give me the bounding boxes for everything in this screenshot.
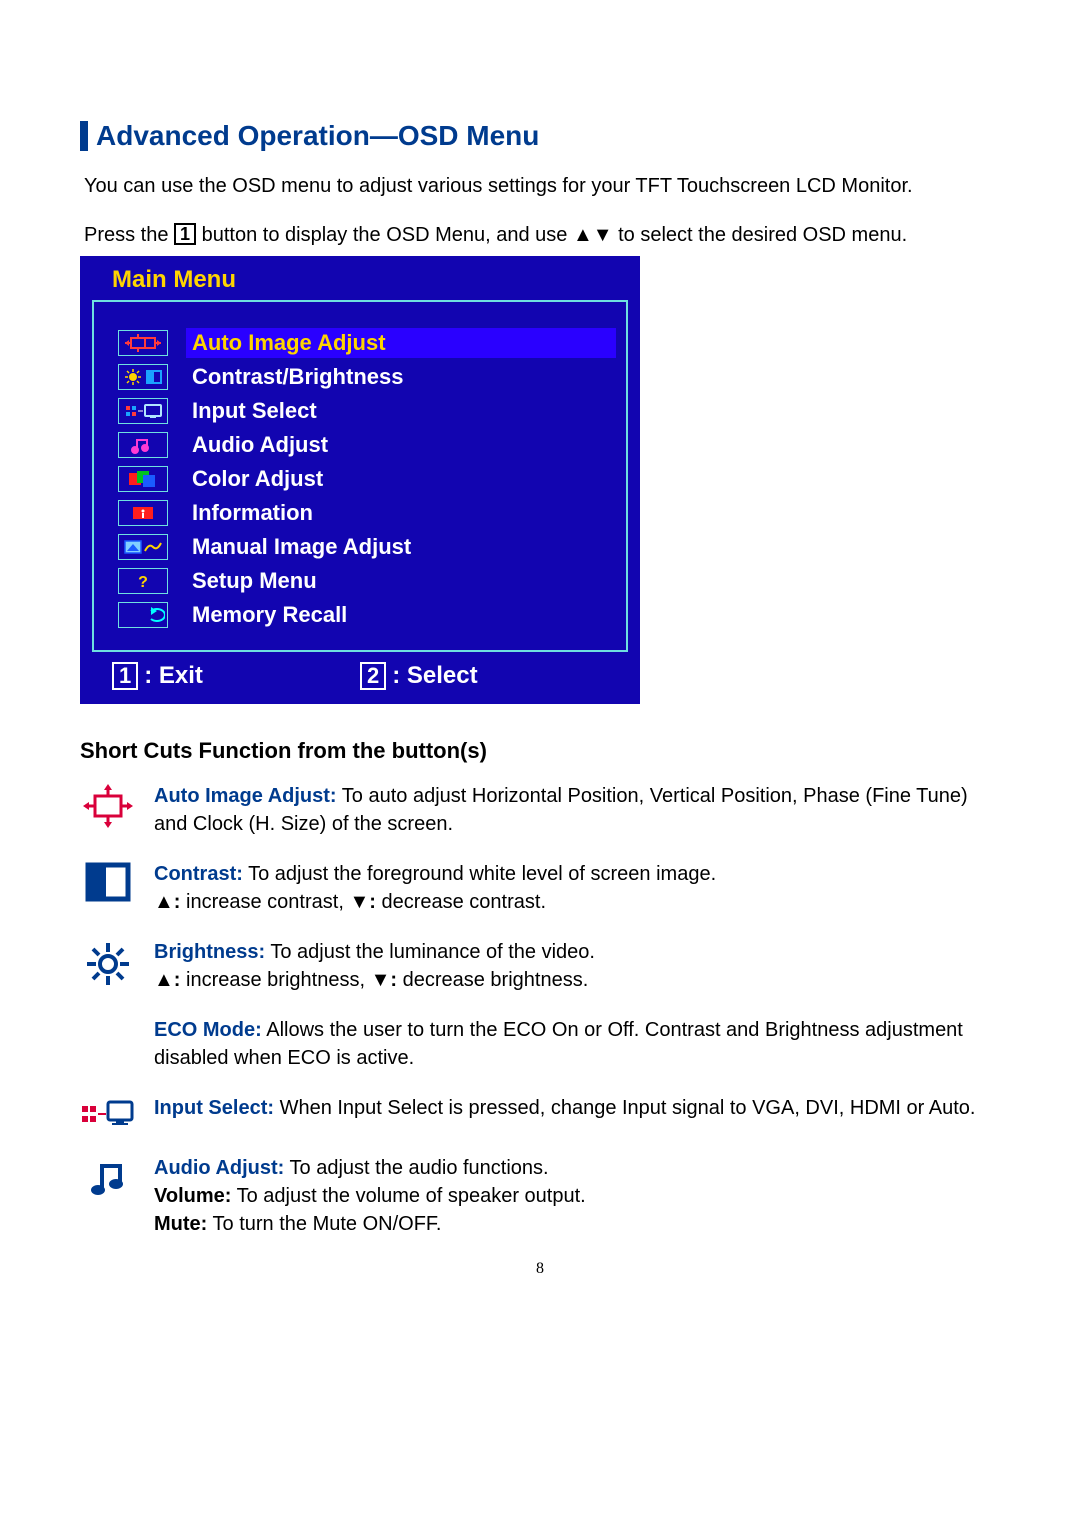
osd-item-label: Manual Image Adjust <box>186 532 616 562</box>
osd-panel: Main Menu Auto Image Adjust Contrast/Bri… <box>80 256 640 704</box>
shortcut-text: To adjust the foreground white level of … <box>243 863 716 885</box>
osd-item-audio-adjust[interactable]: Audio Adjust <box>118 428 616 462</box>
auto-image-adjust-icon <box>80 782 136 838</box>
osd-key-2: 2 <box>360 662 386 690</box>
down-arrow-text: decrease contrast. <box>376 891 546 913</box>
osd-item-memory-recall[interactable]: Memory Recall <box>118 598 616 632</box>
down-arrow-label: ▼: <box>349 891 375 913</box>
osd-item-manual-image-adjust[interactable]: Manual Image Adjust <box>118 530 616 564</box>
shortcut-audio-adjust: Audio Adjust: To adjust the audio functi… <box>80 1154 1000 1238</box>
shortcut-body: Auto Image Adjust: To auto adjust Horizo… <box>136 782 1000 838</box>
up-arrow-text: increase contrast, <box>180 891 349 913</box>
osd-item-setup-menu[interactable]: ? Setup Menu <box>118 564 616 598</box>
osd-item-label: Audio Adjust <box>186 430 616 460</box>
shortcut-title: Input Select: <box>154 1097 274 1119</box>
intro-paragraph-2: Press the 1 button to display the OSD Me… <box>84 221 1000 250</box>
document-page: Advanced Operation—OSD Menu You can use … <box>0 0 1080 1338</box>
manual-image-adjust-icon <box>118 534 168 560</box>
shortcut-body: Input Select: When Input Select is press… <box>136 1094 1000 1132</box>
osd-item-contrast-brightness[interactable]: Contrast/Brightness <box>118 360 616 394</box>
shortcut-auto-image-adjust: Auto Image Adjust: To auto adjust Horizo… <box>80 782 1000 838</box>
shortcut-title: Contrast: <box>154 863 243 885</box>
osd-item-label: Input Select <box>186 396 616 426</box>
shortcut-text: Allows the user to turn the ECO On or Of… <box>154 1019 963 1069</box>
osd-exit-label: : Exit <box>144 662 203 690</box>
shortcut-title: Brightness: <box>154 941 265 963</box>
shortcut-body: Brightness: To adjust the luminance of t… <box>136 938 1000 994</box>
no-icon <box>80 1016 136 1072</box>
shortcut-text: To adjust the luminance of the video. <box>265 941 595 963</box>
shortcut-text: When Input Select is pressed, change Inp… <box>274 1097 975 1119</box>
mute-label: Mute: <box>154 1213 207 1235</box>
input-select-icon <box>118 398 168 424</box>
osd-item-label: Color Adjust <box>186 464 616 494</box>
up-arrow-label: ▲: <box>154 969 180 991</box>
osd-footer-select: 2 : Select <box>360 662 608 690</box>
heading-text: Advanced Operation—OSD Menu <box>96 120 539 152</box>
shortcut-title: ECO Mode: <box>154 1019 262 1041</box>
osd-item-information[interactable]: Information <box>118 496 616 530</box>
button-key-1: 1 <box>174 223 196 245</box>
heading-accent-bar <box>80 121 88 151</box>
svg-text:?: ? <box>138 574 148 591</box>
osd-key-1: 1 <box>112 662 138 690</box>
setup-menu-icon: ? <box>118 568 168 594</box>
up-arrow-label: ▲: <box>154 891 180 913</box>
shortcut-title: Auto Image Adjust: <box>154 785 337 807</box>
down-arrow-text: decrease brightness. <box>397 969 588 991</box>
page-number: 8 <box>80 1260 1000 1278</box>
memory-recall-icon <box>118 602 168 628</box>
shortcut-body: Contrast: To adjust the foreground white… <box>136 860 1000 916</box>
shortcut-text: To adjust the audio functions. <box>284 1157 548 1179</box>
auto-image-adjust-icon <box>118 330 168 356</box>
contrast-icon <box>80 860 136 916</box>
osd-title: Main Menu <box>88 262 632 298</box>
osd-item-label: Setup Menu <box>186 566 616 596</box>
contrast-brightness-icon <box>118 364 168 390</box>
intro-paragraph-1: You can use the OSD menu to adjust vario… <box>84 172 1000 201</box>
intro-text-before: Press the <box>84 224 174 246</box>
section-heading: Advanced Operation—OSD Menu <box>80 120 1000 152</box>
shortcuts-heading: Short Cuts Function from the button(s) <box>80 738 1000 764</box>
shortcut-body: ECO Mode: Allows the user to turn the EC… <box>136 1016 1000 1072</box>
volume-text: To adjust the volume of speaker output. <box>231 1185 585 1207</box>
osd-item-label: Contrast/Brightness <box>186 362 616 392</box>
volume-label: Volume: <box>154 1185 231 1207</box>
audio-adjust-icon <box>80 1154 136 1238</box>
shortcut-body: Audio Adjust: To adjust the audio functi… <box>136 1154 1000 1238</box>
osd-item-label: Memory Recall <box>186 600 616 630</box>
osd-footer: 1 : Exit 2 : Select <box>88 662 632 694</box>
mute-text: To turn the Mute ON/OFF. <box>207 1213 441 1235</box>
osd-item-label: Information <box>186 498 616 528</box>
audio-adjust-icon <box>118 432 168 458</box>
osd-item-auto-image-adjust[interactable]: Auto Image Adjust <box>118 326 616 360</box>
shortcut-input-select: Input Select: When Input Select is press… <box>80 1094 1000 1132</box>
shortcut-brightness: Brightness: To adjust the luminance of t… <box>80 938 1000 994</box>
osd-item-label: Auto Image Adjust <box>186 328 616 358</box>
information-icon <box>118 500 168 526</box>
osd-menu-list: Auto Image Adjust Contrast/Brightness In… <box>92 300 628 652</box>
brightness-icon <box>80 938 136 994</box>
color-adjust-icon <box>118 466 168 492</box>
osd-select-label: : Select <box>392 662 477 690</box>
osd-item-input-select[interactable]: Input Select <box>118 394 616 428</box>
shortcut-title: Audio Adjust: <box>154 1157 284 1179</box>
input-select-icon <box>80 1094 136 1132</box>
intro-text-after: button to display the OSD Menu, and use … <box>196 224 907 246</box>
up-arrow-text: increase brightness, <box>180 969 370 991</box>
shortcut-contrast: Contrast: To adjust the foreground white… <box>80 860 1000 916</box>
shortcut-eco-mode: ECO Mode: Allows the user to turn the EC… <box>80 1016 1000 1072</box>
osd-item-color-adjust[interactable]: Color Adjust <box>118 462 616 496</box>
down-arrow-label: ▼: <box>371 969 397 991</box>
osd-footer-exit: 1 : Exit <box>112 662 360 690</box>
